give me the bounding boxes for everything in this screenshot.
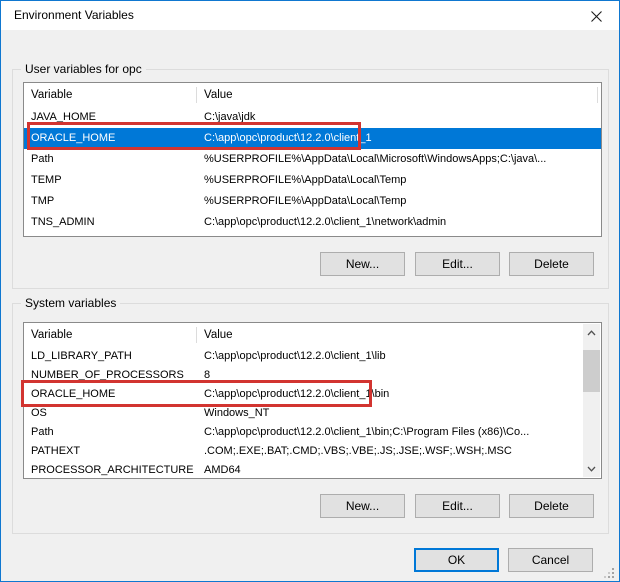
variable-value: C:\app\opc\product\12.2.0\client_1\netwo… [196, 212, 601, 233]
scrollbar-track[interactable] [583, 341, 600, 460]
table-row-tns-admin[interactable]: TNS_ADMIN C:\app\opc\product\12.2.0\clie… [24, 212, 601, 233]
column-header-variable: Variable [24, 323, 196, 347]
table-row-processor-architecture[interactable]: PROCESSOR_ARCHITECTURE AMD64 [24, 461, 601, 479]
variable-value: C:\app\opc\product\12.2.0\client_1 [196, 128, 601, 149]
variable-value: %USERPROFILE%\AppData\Local\Microsoft\Wi… [196, 149, 601, 170]
variable-value: C:\java\jdk [196, 107, 601, 128]
variable-value: Windows_NT [196, 404, 601, 423]
column-header-variable: Variable [24, 83, 196, 107]
scroll-up-icon [587, 330, 596, 336]
variable-value: 8 [196, 366, 601, 385]
cancel-button[interactable]: Cancel [508, 548, 593, 572]
user-new-button[interactable]: New... [320, 252, 405, 276]
table-row-ld-library-path[interactable]: LD_LIBRARY_PATH C:\app\opc\product\12.2.… [24, 347, 601, 366]
table-row-java-home[interactable]: JAVA_HOME C:\java\jdk [24, 107, 601, 128]
user-variables-group: User variables for opc Variable Value JA… [12, 69, 609, 289]
variable-name: PATHEXT [24, 442, 196, 461]
column-divider[interactable] [196, 87, 197, 103]
scroll-up-button[interactable] [583, 324, 600, 341]
user-delete-button[interactable]: Delete [509, 252, 594, 276]
variable-value: %USERPROFILE%\AppData\Local\Temp [196, 170, 601, 191]
column-header-value: Value [196, 323, 601, 347]
variable-value: .COM;.EXE;.BAT;.CMD;.VBS;.VBE;.JS;.JSE;.… [196, 442, 601, 461]
system-variables-group-label: System variables [21, 296, 120, 311]
variable-value: C:\app\opc\product\12.2.0\client_1\bin [196, 385, 601, 404]
user-table-header: Variable Value [24, 83, 601, 107]
system-variables-table: Variable Value LD_LIBRARY_PATH C:\app\op… [23, 322, 602, 479]
variable-value: %USERPROFILE%\AppData\Local\Temp [196, 191, 601, 212]
environment-variables-dialog: Environment Variables User variables for… [0, 0, 620, 582]
column-divider[interactable] [597, 87, 598, 103]
variable-name: ORACLE_HOME [24, 128, 196, 149]
system-variables-group: System variables Variable Value LD_LIBRA… [12, 303, 609, 534]
variable-value: C:\app\opc\product\12.2.0\client_1\bin;C… [196, 423, 601, 442]
table-row-oracle-home-selected[interactable]: ORACLE_HOME C:\app\opc\product\12.2.0\cl… [24, 128, 601, 149]
table-row-number-of-processors[interactable]: NUMBER_OF_PROCESSORS 8 [24, 366, 601, 385]
system-new-button[interactable]: New... [320, 494, 405, 518]
system-edit-button[interactable]: Edit... [415, 494, 500, 518]
variable-name: Path [24, 149, 196, 170]
scroll-down-button[interactable] [583, 460, 600, 477]
resize-grip-icon [604, 568, 615, 579]
close-icon [590, 10, 603, 23]
variable-name: TMP [24, 191, 196, 212]
variable-value: C:\app\opc\product\12.2.0\client_1\lib [196, 347, 601, 366]
variable-name: TNS_ADMIN [24, 212, 196, 233]
variable-name: PROCESSOR_ARCHITECTURE [24, 461, 196, 479]
table-row-temp[interactable]: TEMP %USERPROFILE%\AppData\Local\Temp [24, 170, 601, 191]
system-delete-button[interactable]: Delete [509, 494, 594, 518]
variable-name: ORACLE_HOME [24, 385, 196, 404]
title-bar[interactable]: Environment Variables [1, 1, 619, 30]
system-table-header: Variable Value [24, 323, 601, 347]
variable-value: AMD64 [196, 461, 601, 479]
user-edit-button[interactable]: Edit... [415, 252, 500, 276]
scroll-down-icon [587, 466, 596, 472]
system-table-scrollbar [583, 324, 600, 477]
window-title: Environment Variables [14, 1, 134, 30]
variable-name: LD_LIBRARY_PATH [24, 347, 196, 366]
table-row-oracle-home[interactable]: ORACLE_HOME C:\app\opc\product\12.2.0\cl… [24, 385, 601, 404]
table-row-os[interactable]: OS Windows_NT [24, 404, 601, 423]
table-row-path[interactable]: Path %USERPROFILE%\AppData\Local\Microso… [24, 149, 601, 170]
column-header-value: Value [196, 83, 601, 107]
table-row-pathext[interactable]: PATHEXT .COM;.EXE;.BAT;.CMD;.VBS;.VBE;.J… [24, 442, 601, 461]
column-divider[interactable] [196, 327, 197, 343]
table-row-path[interactable]: Path C:\app\opc\product\12.2.0\client_1\… [24, 423, 601, 442]
variable-name: NUMBER_OF_PROCESSORS [24, 366, 196, 385]
resize-grip[interactable] [604, 566, 615, 577]
scrollbar-thumb[interactable] [583, 350, 600, 392]
variable-name: Path [24, 423, 196, 442]
close-button[interactable] [581, 4, 611, 28]
user-variables-table: Variable Value JAVA_HOME C:\java\jdk ORA… [23, 82, 602, 237]
user-variables-group-label: User variables for opc [21, 62, 146, 77]
variable-name: TEMP [24, 170, 196, 191]
ok-button[interactable]: OK [414, 548, 499, 572]
table-row-tmp[interactable]: TMP %USERPROFILE%\AppData\Local\Temp [24, 191, 601, 212]
variable-name: OS [24, 404, 196, 423]
variable-name: JAVA_HOME [24, 107, 196, 128]
